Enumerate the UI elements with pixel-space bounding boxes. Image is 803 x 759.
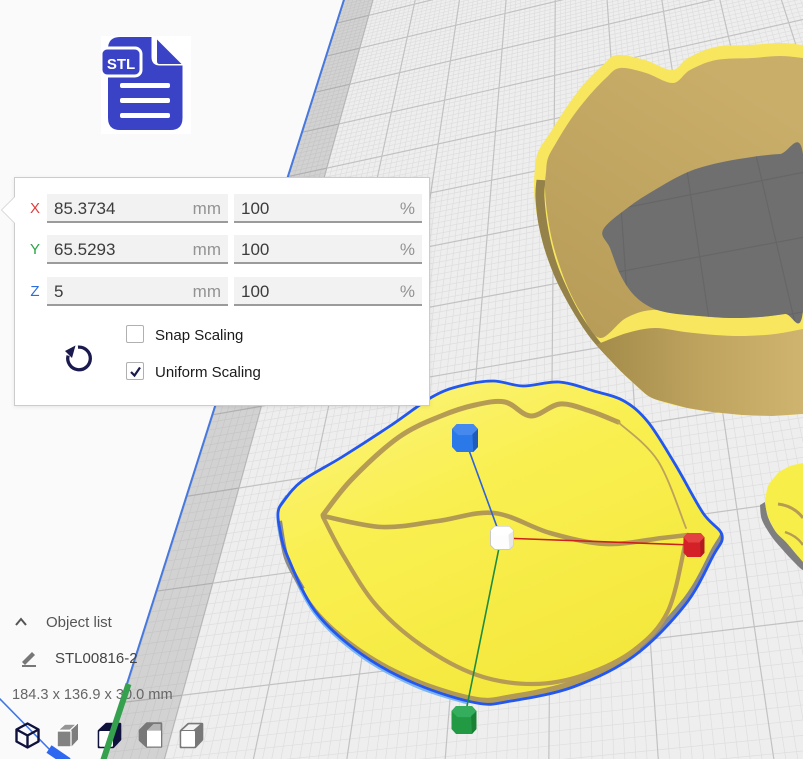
svg-text:STL: STL [107, 56, 135, 73]
svg-text:184.3 x 136.9 x 30.0 mm: 184.3 x 136.9 x 30.0 mm [12, 687, 173, 703]
